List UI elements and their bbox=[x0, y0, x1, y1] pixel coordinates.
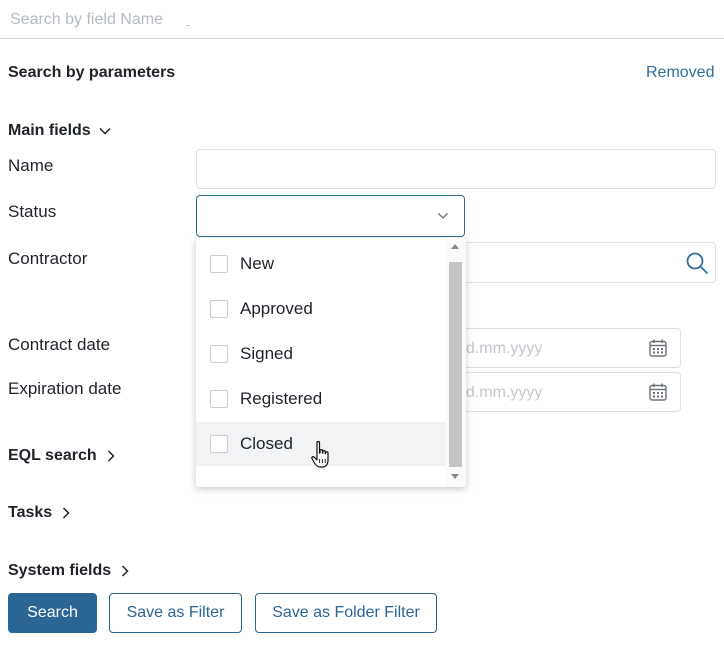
status-option-signed[interactable]: Signed bbox=[196, 332, 446, 376]
field-search-input[interactable] bbox=[8, 8, 312, 32]
field-search-bar bbox=[0, 0, 724, 39]
scrollbar-thumb[interactable] bbox=[449, 262, 462, 467]
eql-search-toggle[interactable]: EQL search bbox=[8, 447, 115, 465]
contract-date-label: Contract date bbox=[8, 335, 111, 354]
removed-link[interactable]: Removed bbox=[646, 64, 714, 82]
option-label: Signed bbox=[240, 344, 293, 363]
system-fields-toggle[interactable]: System fields bbox=[8, 562, 129, 580]
name-label: Name bbox=[8, 156, 54, 175]
option-label: New bbox=[240, 254, 275, 273]
save-as-filter-button[interactable]: Save as Filter bbox=[109, 593, 242, 633]
option-label: Approved bbox=[240, 299, 313, 318]
save-as-folder-filter-button[interactable]: Save as Folder Filter bbox=[255, 593, 437, 633]
chevron-down-icon bbox=[99, 127, 111, 135]
status-option-approved[interactable]: Approved bbox=[196, 287, 446, 331]
expiration-date-label: Expiration date bbox=[8, 379, 122, 398]
search-icon[interactable] bbox=[685, 251, 709, 275]
name-input[interactable] bbox=[196, 149, 716, 189]
contract-date-to-field[interactable] bbox=[455, 339, 619, 359]
checkbox[interactable] bbox=[210, 435, 228, 453]
calendar-icon[interactable] bbox=[648, 382, 668, 402]
chevron-down-icon bbox=[438, 213, 448, 219]
text-caret bbox=[186, 25, 190, 26]
tasks-label: Tasks bbox=[8, 504, 53, 521]
status-option-registered[interactable]: Registered bbox=[196, 377, 446, 421]
status-option-new[interactable]: New bbox=[196, 242, 446, 286]
tasks-toggle[interactable]: Tasks bbox=[8, 504, 70, 522]
checkbox[interactable] bbox=[210, 345, 228, 363]
scroll-down-arrow-icon[interactable] bbox=[451, 474, 459, 479]
chevron-right-icon bbox=[63, 507, 70, 519]
scroll-up-arrow-icon[interactable] bbox=[451, 244, 459, 249]
chevron-right-icon bbox=[122, 565, 129, 577]
option-label: Closed bbox=[240, 434, 293, 453]
option-label: Registered bbox=[240, 389, 323, 408]
system-fields-label: System fields bbox=[8, 562, 112, 579]
eql-search-label: EQL search bbox=[8, 447, 97, 464]
calendar-icon[interactable] bbox=[648, 338, 668, 358]
status-label: Status bbox=[8, 202, 57, 221]
main-fields-toggle[interactable]: Main fields bbox=[8, 122, 111, 140]
chevron-right-icon bbox=[107, 450, 115, 462]
section-title: Search by parameters bbox=[8, 64, 176, 81]
contractor-label: Contractor bbox=[8, 249, 88, 268]
contract-date-to-input[interactable] bbox=[440, 328, 681, 368]
status-select[interactable] bbox=[196, 195, 465, 237]
hand-pointer-icon bbox=[311, 440, 329, 468]
checkbox[interactable] bbox=[210, 300, 228, 318]
checkbox[interactable] bbox=[210, 255, 228, 273]
search-button[interactable]: Search bbox=[8, 593, 97, 633]
main-fields-label: Main fields bbox=[8, 122, 91, 139]
expiration-date-to-input[interactable] bbox=[440, 372, 681, 412]
expiration-date-to-field[interactable] bbox=[455, 383, 619, 403]
checkbox[interactable] bbox=[210, 390, 228, 408]
